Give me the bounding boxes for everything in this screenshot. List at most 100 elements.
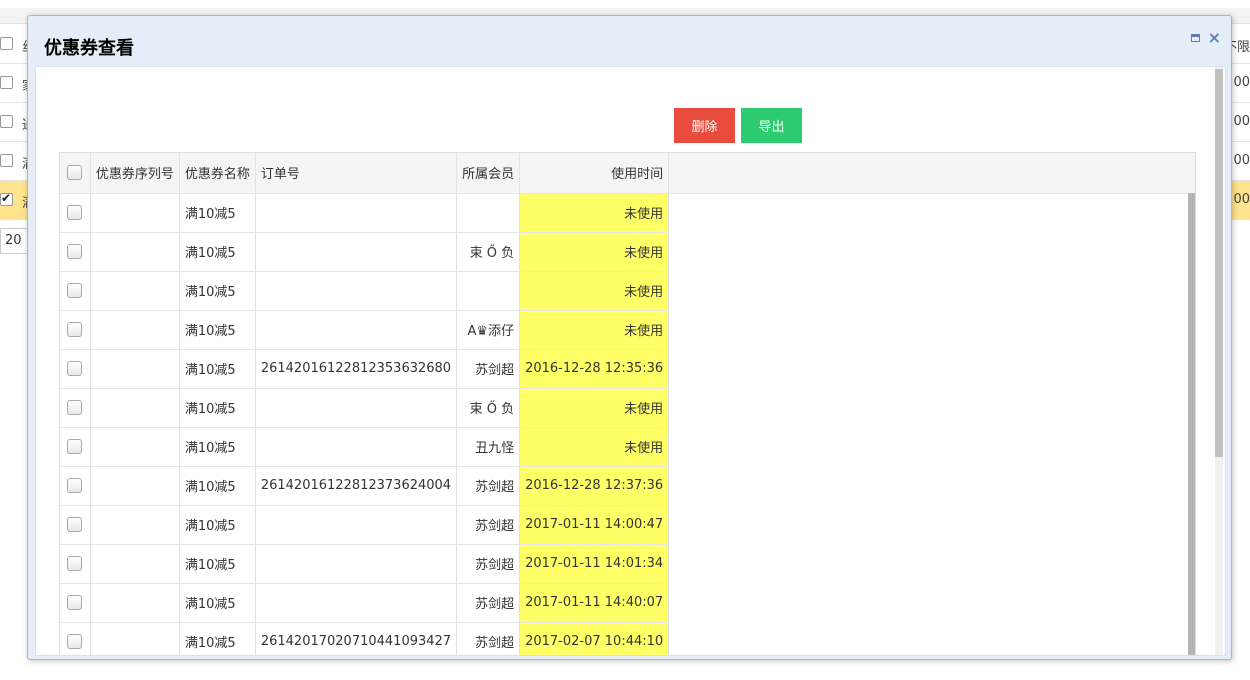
cell-member xyxy=(456,193,521,233)
header-serial[interactable]: 优惠券序列号 xyxy=(90,153,180,194)
cell-filler xyxy=(669,427,1195,466)
dialog-scrollbar-thumb[interactable] xyxy=(1215,69,1223,457)
cell-serial xyxy=(90,544,180,584)
select-all-checkbox[interactable] xyxy=(67,165,83,181)
header-name[interactable]: 优惠券名称 xyxy=(179,153,256,194)
table-row[interactable]: 满10减5 26142016122812353632680 苏剑超 2016-12-2… xyxy=(60,349,1195,389)
grid-scrollbar[interactable] xyxy=(1188,193,1195,655)
cell-time: 2017-01-11 14:40:07 xyxy=(519,583,670,623)
row-check-cell xyxy=(60,271,91,311)
cell-time: 2017-01-11 14:01:34 xyxy=(519,544,670,584)
cell-member: 苏剑超 xyxy=(456,505,521,545)
cell-order: 26142017020710441093427 xyxy=(255,622,458,655)
table-row[interactable]: 满10减5 束 Ő 负未使用 xyxy=(60,388,1195,428)
row-check-cell xyxy=(60,388,91,428)
cell-member: 苏剑超 xyxy=(456,349,521,389)
header-member[interactable]: 所属会员 xyxy=(456,153,521,194)
coupon-table-body: 满10减5 未使用 满10减5 束 Ő 负未使用 满10减5 未使用 满10减5 A♛添仔 未使… xyxy=(60,193,1195,655)
table-row[interactable]: 满10减5 26142016122812373624004 苏剑超 2016-12-2… xyxy=(60,466,1195,506)
row-checkbox[interactable] xyxy=(67,322,83,337)
delete-button[interactable]: 删除 xyxy=(674,108,735,143)
cell-order xyxy=(255,271,458,311)
cell-member: 苏剑超 xyxy=(456,622,521,655)
cell-member: 束 Ő 负 xyxy=(456,232,521,272)
dialog-tools: × xyxy=(1190,30,1221,46)
header-order[interactable]: 订单号 xyxy=(255,153,458,194)
table-row[interactable]: 满10减5 束 Ő 负未使用 xyxy=(60,232,1195,272)
background-row-checkbox[interactable] xyxy=(0,154,13,167)
background-page-size[interactable]: 20 xyxy=(0,228,30,254)
cell-filler xyxy=(669,466,1195,505)
cell-filler xyxy=(669,622,1195,655)
cell-time: 未使用 xyxy=(519,232,670,272)
cell-name: 满10减5 xyxy=(179,388,256,428)
background-row-checkbox[interactable] xyxy=(0,191,13,206)
row-checkbox[interactable] xyxy=(67,400,83,415)
row-check-cell xyxy=(60,310,91,350)
cell-serial xyxy=(90,349,180,389)
cell-name: 满10减5 xyxy=(179,544,256,584)
dialog-scrollbar[interactable] xyxy=(1215,67,1223,655)
cell-filler xyxy=(669,271,1195,310)
table-row[interactable]: 满10减5 未使用 xyxy=(60,271,1195,311)
cell-member: 苏剑超 xyxy=(456,466,521,506)
row-check-cell xyxy=(60,349,91,389)
cell-serial xyxy=(90,388,180,428)
header-time[interactable]: 使用时间 xyxy=(519,153,670,194)
table-row[interactable]: 满10减5 A♛添仔 未使用 xyxy=(60,310,1195,350)
cell-member: 苏剑超 xyxy=(456,583,521,623)
row-checkbox[interactable] xyxy=(67,595,83,610)
maximize-icon[interactable] xyxy=(1190,34,1200,42)
cell-member xyxy=(456,271,521,311)
row-check-cell xyxy=(60,193,91,233)
cell-serial xyxy=(90,583,180,623)
cell-filler xyxy=(669,310,1195,349)
table-row[interactable]: 满10减5 苏剑超 2017-01-11 14:01:34 xyxy=(60,544,1195,584)
cell-order xyxy=(255,310,458,350)
cell-time: 2017-02-07 10:44:10 xyxy=(519,622,670,655)
cell-name: 满10减5 xyxy=(179,232,256,272)
row-checkbox[interactable] xyxy=(67,439,83,454)
cell-name: 满10减5 xyxy=(179,427,256,467)
cell-member: 苏剑超 xyxy=(456,544,521,584)
cell-order: 26142016122812353632680 xyxy=(255,349,458,389)
table-header-row: 优惠券序列号 优惠券名称 订单号 所属会员 使用时间 xyxy=(60,153,1195,194)
export-button[interactable]: 导出 xyxy=(741,108,802,143)
background-row-checkbox[interactable] xyxy=(0,76,13,89)
row-checkbox[interactable] xyxy=(67,283,83,298)
cell-time: 未使用 xyxy=(519,310,670,350)
cell-time: 未使用 xyxy=(519,427,670,467)
row-check-cell xyxy=(60,427,91,467)
table-row[interactable]: 满10减5 丑九怪 未使用 xyxy=(60,427,1195,467)
table-row[interactable]: 满10减5 苏剑超 2017-01-11 14:00:47 xyxy=(60,505,1195,545)
row-checkbox[interactable] xyxy=(67,205,83,220)
cell-time: 2016-12-28 12:35:36 xyxy=(519,349,670,389)
cell-name: 满10减5 xyxy=(179,193,256,233)
cell-time: 2016-12-28 12:37:36 xyxy=(519,466,670,506)
background-row-checkbox[interactable] xyxy=(0,115,13,128)
coupon-view-dialog: 优惠券查看 × 删除 导出 优惠券序列号 优惠券名称 订单号 所属会员 使用时间 xyxy=(27,15,1232,660)
close-icon[interactable]: × xyxy=(1208,30,1221,46)
cell-serial xyxy=(90,193,180,233)
select-all-cell xyxy=(60,153,91,194)
row-checkbox[interactable] xyxy=(67,478,83,493)
cell-order xyxy=(255,505,458,545)
row-checkbox[interactable] xyxy=(67,517,83,532)
table-row[interactable]: 满10减5 苏剑超 2017-01-11 14:40:07 xyxy=(60,583,1195,623)
row-checkbox[interactable] xyxy=(67,244,83,259)
cell-order xyxy=(255,193,458,233)
cell-name: 满10减5 xyxy=(179,583,256,623)
table-row[interactable]: 满10减5 未使用 xyxy=(60,193,1195,233)
cell-serial xyxy=(90,271,180,311)
cell-filler xyxy=(669,193,1195,232)
row-checkbox[interactable] xyxy=(67,361,83,376)
coupon-table: 优惠券序列号 优惠券名称 订单号 所属会员 使用时间 满10减5 未使用 满10减5… xyxy=(60,153,1195,655)
row-checkbox[interactable] xyxy=(67,634,83,649)
header-filler xyxy=(668,153,1195,194)
dialog-body: 删除 导出 优惠券序列号 优惠券名称 订单号 所属会员 使用时间 满10减5 未使… xyxy=(35,66,1226,656)
cell-time: 未使用 xyxy=(519,271,670,311)
table-row[interactable]: 满10减5 26142017020710441093427 苏剑超 2017-02-0… xyxy=(60,622,1195,655)
cell-name: 满10减5 xyxy=(179,349,256,389)
background-row-checkbox[interactable] xyxy=(0,37,13,50)
row-checkbox[interactable] xyxy=(67,556,83,571)
